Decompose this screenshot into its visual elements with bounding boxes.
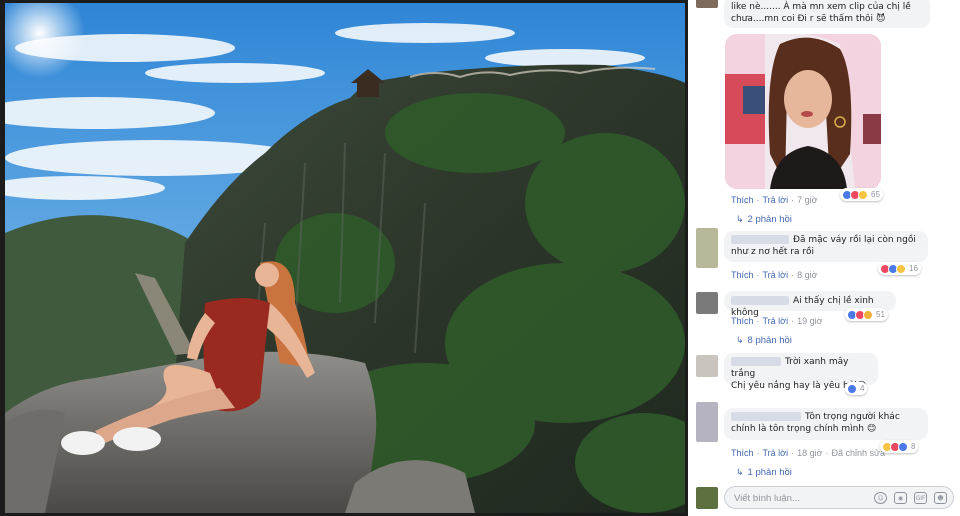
commenter-name[interactable] [731,235,789,244]
emoji-icon[interactable]: ☺ [874,492,887,504]
camera-icon[interactable]: ◉ [894,492,907,504]
comments-panel: like nè....... À mà mn xem clip của chị … [688,0,960,516]
comment-text-line: Đã mặc váy rồi lại còn ngồi [793,235,916,245]
avatar[interactable] [696,0,718,8]
reply-link[interactable]: Trả lời [763,448,789,458]
like-link[interactable]: Thích [731,270,754,280]
reaction-count: 16 [909,264,918,273]
comment-composer: Viết bình luận... ☺ ◉ GIF ☻ [688,482,960,516]
reaction-summary[interactable]: 16 [878,262,921,275]
comment-text-line: Chị yêu nắng hay là yêu hải [731,381,857,391]
comment-actions: Thích · Trả lời · 18 giờ · Đã chỉnh sửa [731,448,886,458]
view-replies-link[interactable]: ↳ 2 phản hồi [736,214,792,225]
comment-actions: Thích · Trả lời · 19 giờ [731,316,823,326]
comment-time: 18 giờ [797,448,823,458]
comment-text-line: like nè....... À mà mn xem clip của chị … [731,2,911,12]
haha-reaction-icon [896,263,906,274]
reaction-count: 8 [911,442,916,451]
reaction-summary[interactable]: 65 [840,188,883,201]
reply-arrow-icon: ↳ [736,214,744,224]
reply-arrow-icon: ↳ [736,467,744,477]
gif-icon[interactable]: GIF [914,492,927,504]
edited-label: Đã chỉnh sửa [831,448,886,458]
comment-input-placeholder: Viết bình luận... [734,493,800,504]
like-link[interactable]: Thích [731,448,754,458]
avatar[interactable] [696,228,718,268]
like-reaction-icon [898,441,908,452]
comment-actions: Thích · Trả lời · 8 giờ [731,270,818,280]
comment-time: 19 giờ [797,316,823,326]
comment-text-line: chính là tôn trọng chính mình [731,424,865,434]
post-photo[interactable] [5,3,685,513]
comment-bubble: like nè....... À mà mn xem clip của chị … [724,0,930,28]
mountain-scene-image [5,3,685,513]
like-link[interactable]: Thích [731,195,754,205]
comment-time: 8 giờ [797,270,818,280]
video-attachment[interactable] [725,34,881,189]
replies-label: 1 phản hồi [747,467,792,478]
avatar[interactable] [696,402,718,442]
replies-label: 2 phản hồi [747,214,792,225]
reaction-count: 4 [860,384,865,393]
avatar[interactable] [696,292,718,314]
haha-reaction-icon [858,189,868,200]
wow-reaction-icon [863,309,873,320]
comment-input[interactable]: Viết bình luận... ☺ ◉ GIF ☻ [724,486,954,509]
comment-actions: Thích · Trả lời · 7 giờ [731,195,818,205]
comment-text-line: như z nơ hết ra rồi [731,247,815,257]
smile-emoji-icon: 😊 [866,424,877,434]
comment-bubble: Tôn trọng người khác chính là tôn trọng … [724,408,928,440]
commenter-name[interactable] [731,412,801,421]
comment-bubble: Đã mặc váy rồi lại còn ngồi như z nơ hết… [724,231,928,262]
video-thumbnail-image [725,34,881,189]
comment-bubble: Trời xanh mây trắng Chị yêu nắng hay là … [724,353,878,391]
avatar[interactable] [696,487,718,509]
reply-link[interactable]: Trả lời [763,316,789,326]
like-link[interactable]: Thích [731,316,754,326]
avatar[interactable] [696,355,718,377]
comment-time: 7 giờ [797,195,818,205]
comment-text-line: chưa....mn coi Đi r sẽ thấm thôi [731,14,874,24]
like-reaction-icon [847,383,857,394]
reaction-summary[interactable]: 51 [845,308,888,321]
reaction-count: 51 [876,310,885,319]
replies-label: 8 phản hồi [747,335,792,346]
reply-link[interactable]: Trả lời [763,270,789,280]
reply-arrow-icon: ↳ [736,335,744,345]
reaction-count: 65 [871,190,880,199]
reaction-summary[interactable]: 8 [880,440,919,453]
view-replies-link[interactable]: ↳ 8 phản hồi [736,335,792,346]
reaction-summary[interactable]: 4 [845,382,868,395]
commenter-name[interactable] [731,296,789,305]
commenter-name[interactable] [731,357,781,366]
devil-emoji-icon: 😈 [875,14,886,24]
reply-link[interactable]: Trả lời [763,195,789,205]
sticker-icon[interactable]: ☻ [934,492,947,504]
comment-text-line: Tôn trọng người khác [805,412,900,422]
view-replies-link[interactable]: ↳ 1 phản hồi [736,467,792,478]
